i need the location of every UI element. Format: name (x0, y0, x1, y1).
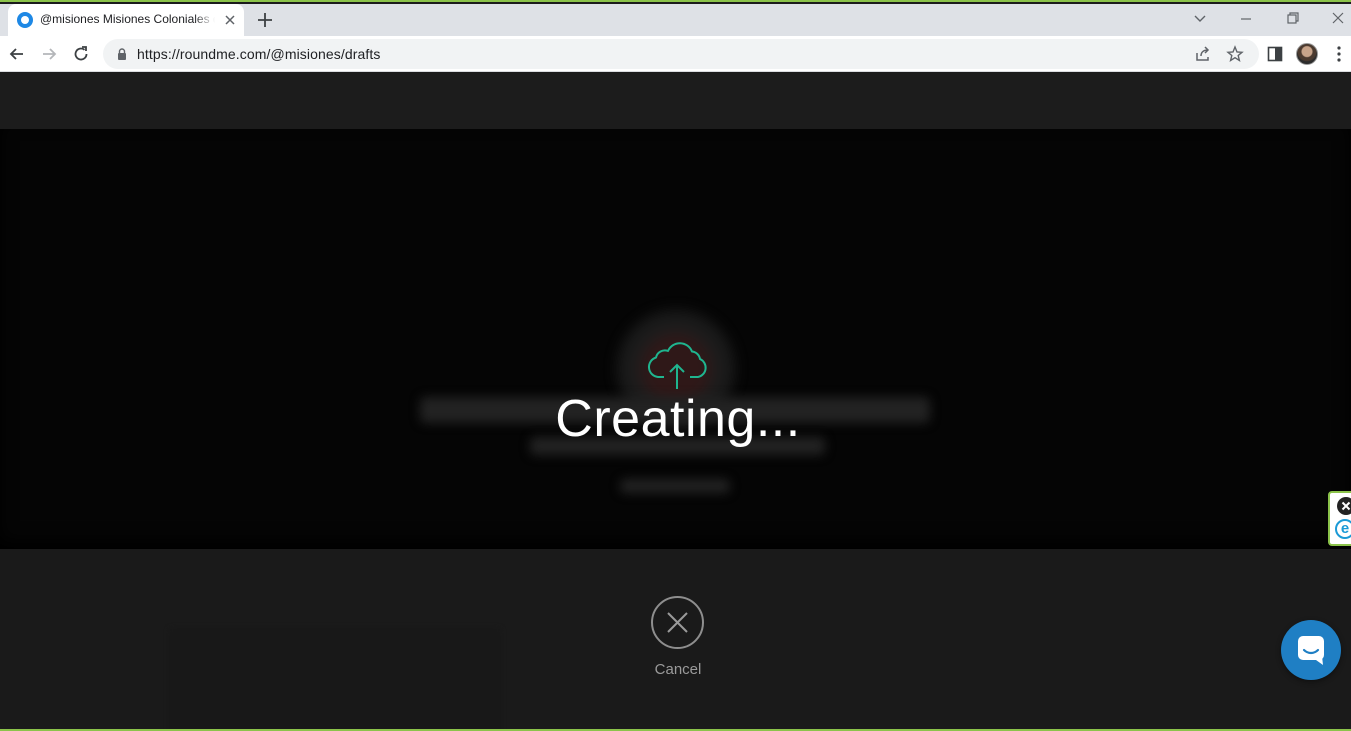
cancel-button[interactable] (651, 596, 704, 649)
extension-side-widget[interactable]: e (1328, 491, 1351, 546)
bookmark-star-icon[interactable] (1225, 44, 1245, 64)
creating-status-text: Creating... (555, 390, 801, 448)
tab-search-chevron-icon[interactable] (1188, 8, 1212, 28)
side-panel-icon[interactable] (1265, 44, 1285, 64)
browser-tab-active[interactable]: @misiones Misiones Coloniales de Chihuah… (8, 4, 244, 36)
chat-bubble-icon (1298, 636, 1324, 665)
more-menu-icon[interactable] (1329, 44, 1349, 64)
close-window-icon[interactable] (1326, 8, 1350, 28)
profile-link-blurred (620, 479, 730, 493)
share-icon[interactable] (1193, 44, 1213, 64)
tab-strip: @misiones Misiones Coloniales de Chihuah… (0, 4, 1351, 36)
back-arrow-icon[interactable] (7, 44, 27, 64)
tab-title: @misiones Misiones Coloniales de Chihuah… (40, 12, 215, 26)
extension-e-icon[interactable]: e (1335, 519, 1351, 539)
browser-window: @misiones Misiones Coloniales de Chihuah… (0, 0, 1351, 731)
restore-icon[interactable] (1280, 8, 1304, 28)
new-tab-plus-icon[interactable] (255, 10, 275, 30)
lock-icon[interactable] (115, 47, 129, 61)
forward-arrow-icon[interactable] (39, 44, 59, 64)
close-x-icon (667, 612, 688, 633)
page-header-dimmed (0, 73, 1351, 129)
draft-card-blurred (170, 629, 500, 729)
profile-avatar[interactable] (1296, 43, 1318, 65)
chat-launcher-button[interactable] (1281, 620, 1341, 680)
cancel-label[interactable]: Cancel (627, 661, 729, 678)
browser-toolbar: https://roundme.com/@misiones/drafts (0, 36, 1351, 72)
widget-close-icon[interactable] (1337, 497, 1351, 515)
cloud-upload-icon (647, 342, 707, 389)
url-text: https://roundme.com/@misiones/drafts (137, 46, 381, 62)
minimize-icon[interactable] (1234, 8, 1258, 28)
tab-close-icon[interactable] (222, 12, 238, 28)
address-bar[interactable]: https://roundme.com/@misiones/drafts (103, 39, 1259, 69)
page-content: Creating... Cancel e (0, 73, 1351, 729)
roundme-favicon-icon (17, 12, 33, 28)
reload-icon[interactable] (71, 44, 91, 64)
